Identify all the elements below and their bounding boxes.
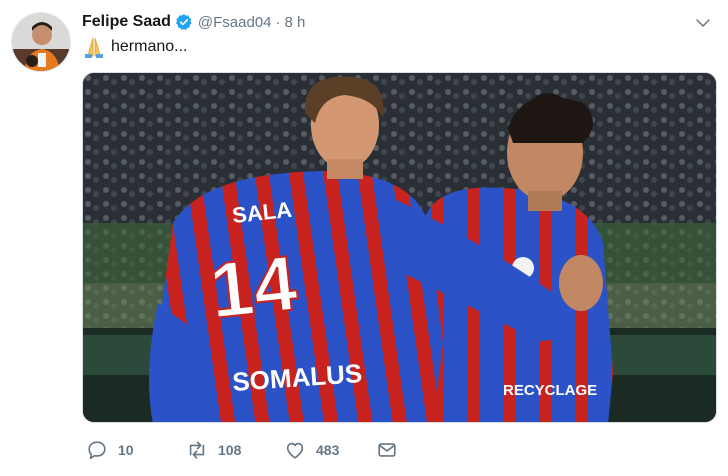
reply-count: 10 [118,442,134,458]
display-name[interactable]: Felipe Saad [82,13,171,31]
like-count: 483 [316,442,340,458]
player-number-text: 14 [206,238,301,335]
verified-badge-icon [175,14,192,30]
reply-button[interactable]: 10 [86,439,186,461]
tweet-header: Felipe Saad @Fsaad04 · 8 h [82,10,305,34]
tweet-photo[interactable]: izzy RECYCLAGE SALA 14 SOMALUS [82,72,717,423]
heart-icon [286,442,304,459]
retweet-icon [189,441,205,459]
avatar-image [12,13,70,71]
tweet-body-text: hermano... [111,38,188,55]
avatar[interactable] [11,12,71,72]
tweet-actions: 10 108 483 [86,439,408,461]
separator-dot: · [275,13,281,31]
tweet-card[interactable]: Felipe Saad @Fsaad04 · 8 h hermano... RE… [0,0,728,476]
user-handle[interactable]: @Fsaad04 [198,14,272,31]
retweet-count: 108 [218,442,242,458]
reply-icon [88,441,106,460]
envelope-icon [378,443,396,457]
chevron-down-icon[interactable] [694,14,712,32]
sponsor-secondary-text: RECYCLAGE [503,382,597,399]
players-photo: izzy RECYCLAGE SALA 14 SOMALUS [83,73,716,422]
tweet-timestamp[interactable]: 8 h [285,14,306,31]
retweet-button[interactable]: 108 [186,439,284,461]
folded-hands-emoji-icon [85,37,103,58]
like-button[interactable]: 483 [284,439,376,461]
direct-message-button[interactable] [376,439,408,461]
tweet-text: hermano... [82,36,187,58]
